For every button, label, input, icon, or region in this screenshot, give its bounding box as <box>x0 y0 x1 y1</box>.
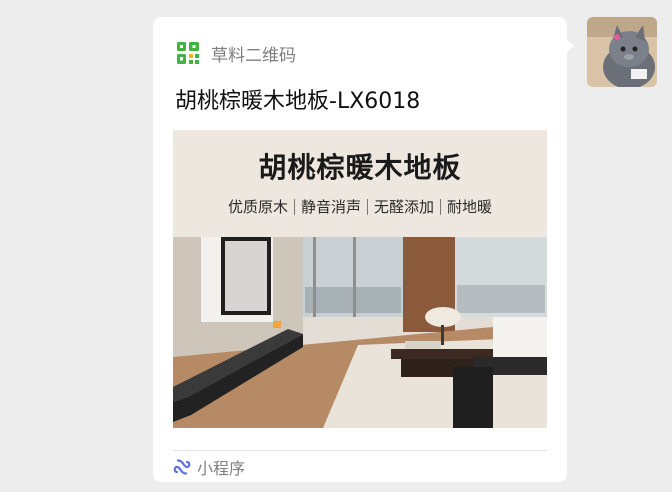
banner-image: 胡桃棕暖木地板 优质原木 静音消声 无醛添加 耐地暖 <box>173 130 547 428</box>
feature-label: 静音消声 <box>300 198 361 216</box>
card-source-row: 草料二维码 <box>177 41 296 66</box>
banner-heading: 胡桃棕暖木地板 <box>258 151 462 184</box>
feature-separator <box>367 198 368 215</box>
feature-separator <box>440 198 442 215</box>
avatar[interactable] <box>587 17 657 87</box>
app-name: 草料二维码 <box>211 45 296 66</box>
mini-program-card[interactable]: 草料二维码 胡桃棕暖木地板-LX6018 胡桃棕暖木地板 优质原木 静音消声 无… <box>153 17 567 482</box>
mini-program-footer: 小程序 <box>173 456 245 478</box>
mini-program-label: 小程序 <box>197 459 246 478</box>
banner-header: 胡桃棕暖木地板 优质原木 静音消声 无醛添加 耐地暖 <box>173 130 547 237</box>
mini-program-icon <box>173 459 191 475</box>
feature-label: 耐地暖 <box>447 198 493 216</box>
banner-features: 优质原木 静音消声 无醛添加 耐地暖 <box>173 196 547 217</box>
card-title: 胡桃棕暖木地板-LX6018 <box>175 89 421 114</box>
feature-label: 优质原木 <box>227 198 288 216</box>
feature-label: 无醛添加 <box>374 198 435 216</box>
feature-separator <box>293 198 295 215</box>
bubble-tail <box>565 38 574 54</box>
living-room-photo <box>173 237 547 428</box>
qr-code-icon <box>177 42 199 64</box>
chat-area: 草料二维码 胡桃棕暖木地板-LX6018 胡桃棕暖木地板 优质原木 静音消声 无… <box>0 0 672 492</box>
card-divider <box>173 450 547 451</box>
